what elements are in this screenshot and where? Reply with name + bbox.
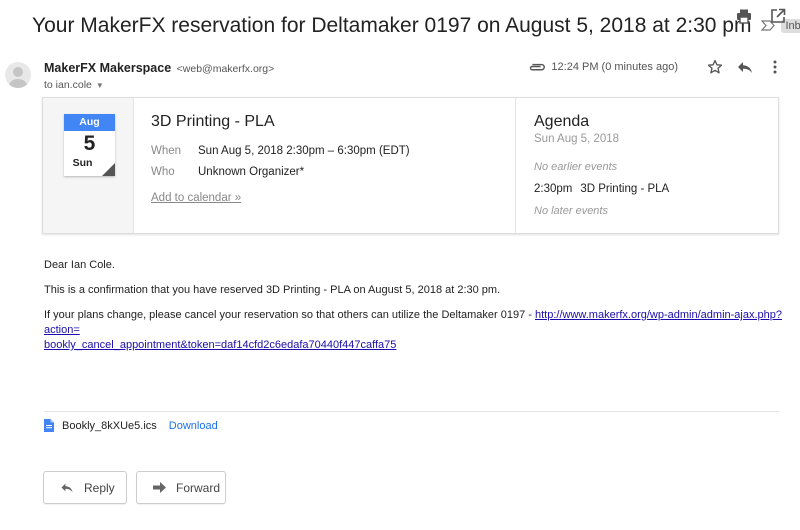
recipient-line: to ian.cole [44, 79, 92, 91]
confirmation-text: This is a confirmation that you have res… [44, 284, 501, 296]
agenda-event-title: 3D Printing - PLA [580, 183, 670, 195]
badge-month: Aug [64, 114, 115, 131]
who-label: Who [151, 166, 175, 178]
cancel-text: If your plans change, please cancel your… [44, 309, 535, 321]
forward-button[interactable]: Forward [136, 471, 226, 504]
badge-day: 5 [83, 132, 96, 155]
message-body: Dear Ian Cole. This is a confirmation th… [44, 258, 784, 363]
no-later-events: No later events [534, 205, 608, 217]
chevron-down-icon[interactable]: ▼ [96, 81, 104, 90]
agenda-event[interactable]: 2:30pm 3D Printing - PLA [534, 183, 778, 195]
more-vert-icon[interactable] [766, 58, 784, 76]
attachment-filename[interactable]: Bookly_8kXUe5.ics [62, 420, 157, 432]
when-label: When [151, 145, 182, 157]
greeting: Dear Ian Cole. [44, 259, 115, 271]
agenda-panel: Agenda Sun Aug 5, 2018 No earlier events… [516, 98, 778, 233]
document-icon [44, 419, 54, 432]
email-subject: Your MakerFX reservation for Deltamaker … [32, 14, 752, 37]
invite-date-panel: Aug 5 Sun [43, 98, 134, 233]
inbox-label-text: Inbox [785, 20, 800, 32]
reply-button[interactable]: Reply [43, 471, 127, 504]
attachment-divider [44, 411, 779, 412]
no-earlier-events: No earlier events [534, 161, 618, 173]
message-meta: 12:24 PM (0 minutes ago) [529, 58, 784, 76]
when-value: Sun Aug 5, 2018 2:30pm – 6:30pm (EDT) [198, 145, 410, 157]
subject-actions [736, 8, 786, 24]
paperclip-icon [529, 59, 546, 75]
sender-line: MakerFX Makerspace <web@makerfx.org> [44, 61, 274, 75]
calendar-date-badge: Aug 5 Sun [64, 114, 115, 176]
star-icon[interactable] [706, 58, 724, 76]
reply-label: Reply [84, 480, 115, 495]
agenda-title: Agenda [534, 113, 590, 130]
when-row: When Sun Aug 5, 2018 2:30pm – 6:30pm (ED… [151, 145, 515, 157]
message-timestamp: 12:24 PM (0 minutes ago) [551, 61, 678, 73]
agenda-event-time: 2:30pm [534, 183, 573, 195]
sender-avatar [5, 62, 31, 88]
sender-name: MakerFX Makerspace [44, 61, 172, 75]
attachment-row: Bookly_8kXUe5.ics Download [44, 419, 218, 432]
cancel-link-part2[interactable]: bookly_cancel_appointment&token=daf14cfd… [44, 339, 396, 351]
who-row: Who Unknown Organizer* [151, 166, 515, 178]
print-icon[interactable] [736, 8, 752, 24]
calendar-invite-card: Aug 5 Sun 3D Printing - PLA When Sun Aug… [42, 97, 779, 234]
forward-icon [153, 482, 166, 493]
download-link[interactable]: Download [169, 420, 218, 432]
add-to-calendar-link[interactable]: Add to calendar » [151, 192, 515, 204]
who-value: Unknown Organizer* [198, 166, 305, 178]
page-curl-decoration [102, 163, 115, 176]
open-in-new-window-icon[interactable] [770, 8, 786, 24]
sender-email: <web@makerfx.org> [176, 63, 275, 75]
cancel-paragraph: If your plans change, please cancel your… [44, 308, 784, 353]
reply-icon[interactable] [736, 58, 754, 76]
event-title: 3D Printing - PLA [151, 113, 275, 130]
subject-row: Your MakerFX reservation for Deltamaker … [32, 10, 800, 42]
agenda-date: Sun Aug 5, 2018 [534, 133, 620, 145]
reply-icon [61, 483, 73, 493]
invite-details: 3D Printing - PLA When Sun Aug 5, 2018 2… [134, 98, 516, 233]
forward-label: Forward [176, 480, 221, 495]
recipient-details[interactable]: to ian.cole ▼ [44, 79, 104, 91]
